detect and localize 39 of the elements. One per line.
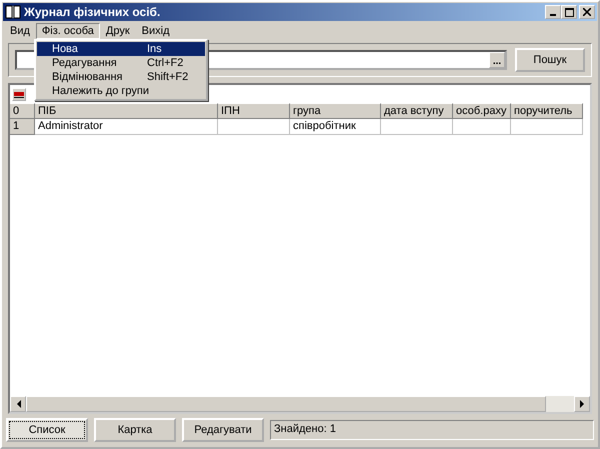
menu-item[interactable]: Вид xyxy=(4,23,36,39)
menu-option[interactable]: Редагування Ctrl+F2 xyxy=(37,56,205,70)
browse-button[interactable]: ... xyxy=(489,52,505,68)
search-button[interactable]: Пошук xyxy=(515,48,585,72)
column-header[interactable]: 0 xyxy=(10,103,35,119)
status-text: Знайдено: 1 xyxy=(270,420,594,440)
view-button[interactable]: Список xyxy=(6,418,88,442)
table-cell: Administrator xyxy=(35,119,218,135)
table-cell xyxy=(381,119,453,135)
menu-option[interactable]: Відмінювання Shift+F2 xyxy=(37,70,205,84)
menu-item[interactable]: Вихід xyxy=(136,23,176,39)
column-header[interactable]: особ.раху xyxy=(453,103,511,119)
right-arrow-icon[interactable] xyxy=(580,400,584,408)
menu-item[interactable]: Друк xyxy=(100,23,136,39)
window-title: Журнал фізичних осіб. xyxy=(24,5,162,19)
maximize-icon xyxy=(564,8,574,16)
column-header[interactable]: ІПН xyxy=(218,103,290,119)
column-header[interactable]: група xyxy=(290,103,381,119)
view-button[interactable]: Картка xyxy=(94,418,176,442)
column-header[interactable]: ПІБ xyxy=(35,103,218,119)
view-button[interactable]: Редагувати xyxy=(182,418,264,442)
left-arrow-icon[interactable] xyxy=(16,400,20,408)
minimize-button[interactable] xyxy=(545,5,561,19)
table-cell xyxy=(218,119,290,135)
table-cell: співробітник xyxy=(290,119,381,135)
horizontal-scrollbar[interactable] xyxy=(10,396,590,412)
book-icon xyxy=(5,5,21,19)
column-header[interactable]: дата вступу xyxy=(381,103,453,119)
text-format-icon[interactable] xyxy=(12,88,26,100)
table-cell xyxy=(453,119,511,135)
row-number: 1 xyxy=(10,119,35,135)
close-icon xyxy=(583,8,591,16)
table-cell xyxy=(511,119,583,135)
menu-item[interactable]: Фіз. особа xyxy=(36,23,100,39)
menu-option[interactable]: Нова Ins xyxy=(37,42,205,56)
maximize-button[interactable] xyxy=(561,5,577,19)
close-button[interactable] xyxy=(579,5,595,19)
menu-option[interactable]: Належить до групи xyxy=(37,84,205,98)
column-header[interactable]: поручитель xyxy=(511,103,583,119)
